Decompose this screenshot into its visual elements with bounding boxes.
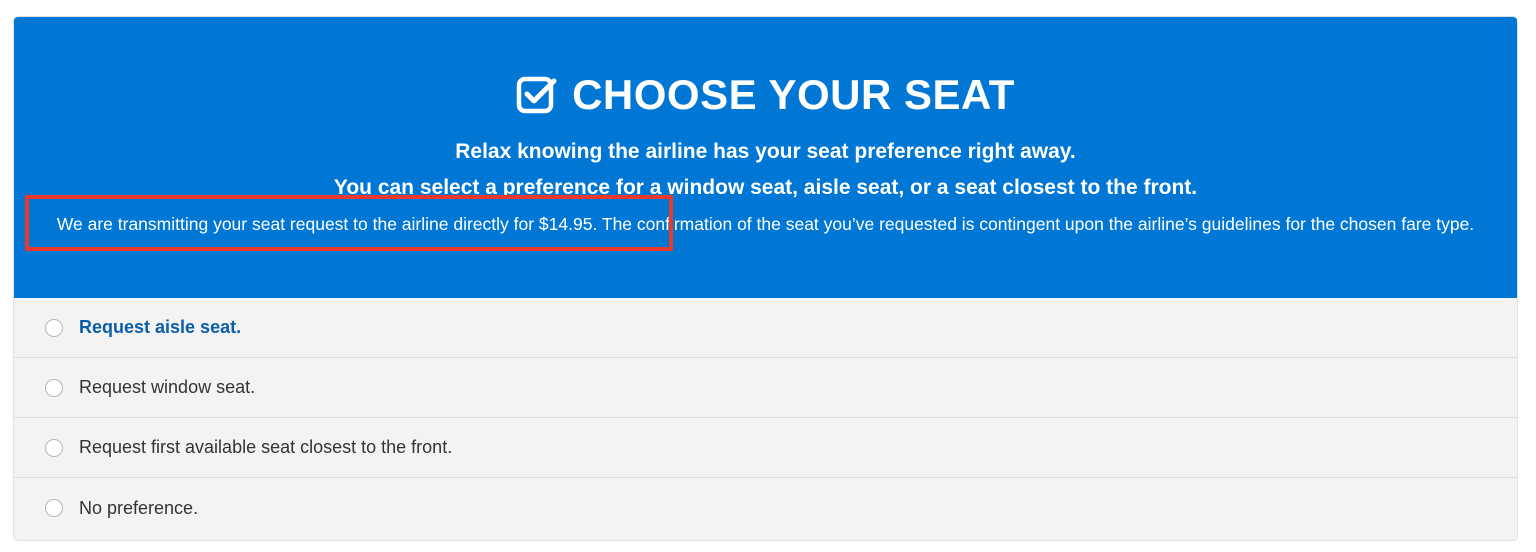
checkbox-check-icon <box>516 74 558 116</box>
option-no-preference[interactable]: No preference. <box>14 478 1517 538</box>
radio-button[interactable] <box>45 378 63 397</box>
subtitle-line-1: Relax knowing the airline has your seat … <box>455 140 1076 163</box>
option-front-seat[interactable]: Request first available seat closest to … <box>14 418 1517 478</box>
radio-button[interactable] <box>45 438 63 457</box>
title-row: CHOOSE YOUR SEAT <box>14 65 1517 125</box>
option-label: Request window seat. <box>79 377 256 397</box>
fee-notice-text: We are transmitting your seat request to… <box>56 214 598 234</box>
seat-header: CHOOSE YOUR SEAT Relax knowing the airli… <box>14 17 1517 298</box>
option-label: Request aisle seat. <box>79 317 242 337</box>
option-label: No preference. <box>79 497 199 518</box>
subtitle-line-2: You can select a preference for a window… <box>333 176 1198 199</box>
option-label: Request first available seat closest to … <box>79 437 453 457</box>
confirmation-notice-text: The confirmation of the seat you’ve requ… <box>597 214 1475 234</box>
option-aisle-seat[interactable]: Request aisle seat. <box>14 298 1517 358</box>
option-window-seat[interactable]: Request window seat. <box>14 358 1517 418</box>
seat-fee-description: We are transmitting your seat request to… <box>14 208 1517 240</box>
seat-options-list: Request aisle seat. Request window seat.… <box>14 298 1517 538</box>
seat-selection-panel: CHOOSE YOUR SEAT Relax knowing the airli… <box>14 17 1517 540</box>
page-title: CHOOSE YOUR SEAT <box>572 71 1015 118</box>
radio-button[interactable] <box>45 499 63 517</box>
radio-button[interactable] <box>45 318 63 337</box>
